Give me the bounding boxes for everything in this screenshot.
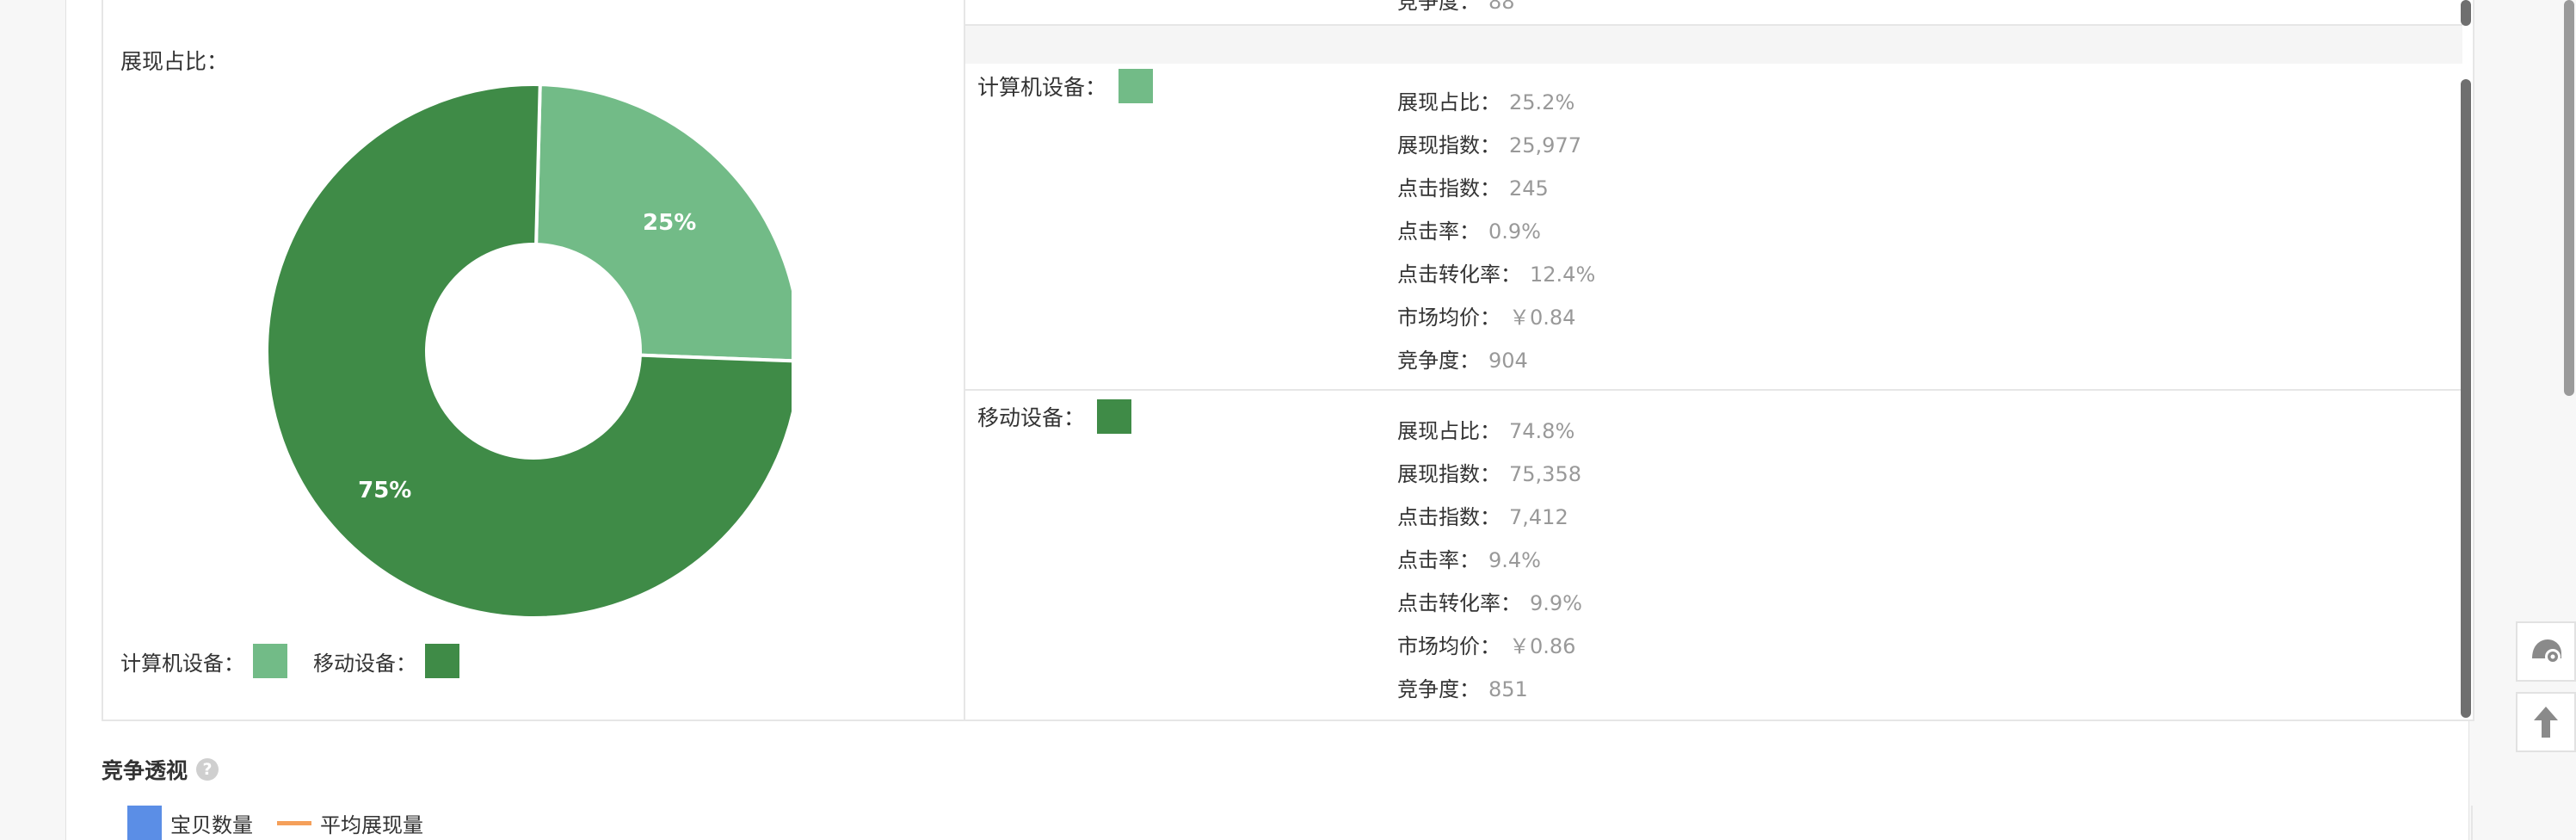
metric-value: 88 (1488, 0, 1515, 14)
metric-value: 74.8% (1509, 419, 1575, 443)
metric-row: 竞争度： 851 (1397, 668, 1582, 711)
metric-label: 展现指数： (1397, 133, 1501, 158)
metric-row: 市场均价： ￥0.84 (1397, 296, 1595, 339)
metric-label: 展现占比： (1397, 90, 1501, 114)
metric-label: 展现占比： (1397, 419, 1501, 443)
chart-title: 展现占比： (120, 49, 229, 74)
legend-label: 平均展现量 (320, 812, 423, 837)
metric-label: 市场均价： (1397, 634, 1501, 658)
device-name: 计算机设备： (977, 75, 1107, 100)
legend-item-avg-impressions[interactable]: 平均展现量 (277, 808, 423, 838)
donut-chart: 25% 75% (265, 83, 792, 620)
metric-row: 展现指数： 75,358 (1397, 453, 1582, 496)
chart-legend: 计算机设备： 移动设备： (120, 644, 485, 678)
device-block-computer: 计算机设备： 展现占比： 25.2% 展现指数： 25,977 点击指数： 245 点… (965, 69, 2462, 389)
metric-label: 竞争度： (1397, 349, 1480, 373)
metric-value: 75,358 (1509, 462, 1581, 486)
metric-label: 展现指数： (1397, 462, 1501, 486)
metric-value: 7,412 (1509, 505, 1568, 529)
metric-label: 市场均价： (1397, 306, 1501, 330)
details-scrollbar-thumb[interactable] (2461, 79, 2471, 718)
competition-chart-box (102, 806, 2473, 840)
metric-row: 点击指数： 245 (1397, 167, 1595, 210)
metric-value: 0.9% (1488, 219, 1541, 244)
metric-value: ￥0.84 (1509, 306, 1576, 330)
feedback-button[interactable] (2516, 621, 2576, 682)
device-details-panel: 竞争度： 88 计算机设备： 展现占比： 25.2% 展现指数： 25,977 点击指… (965, 0, 2462, 720)
metric-label: 点击率： (1397, 548, 1480, 572)
back-to-top-button[interactable] (2516, 692, 2576, 752)
device-swatch (1097, 399, 1132, 434)
legend-label: 宝贝数量 (170, 812, 253, 837)
metric-row: 点击指数： 7,412 (1397, 496, 1582, 539)
metric-value: 851 (1488, 677, 1528, 701)
metric-list: 展现占比： 74.8% 展现指数： 75,358 点击指数： 7,412 点击率： 9.… (1397, 410, 1582, 711)
metric-value: 9.4% (1488, 548, 1541, 572)
legend-item-item-count[interactable]: 宝贝数量 (127, 806, 253, 840)
metric-row: 展现占比： 25.2% (1397, 81, 1595, 124)
question-icon[interactable]: ? (196, 758, 219, 781)
section-title-text: 竞争透视 (102, 758, 188, 783)
metric-row: 点击转化率： 9.9% (1397, 582, 1582, 625)
metric-value: ￥0.86 (1509, 634, 1576, 658)
metric-row: 市场均价： ￥0.86 (1397, 625, 1582, 668)
competition-legend: 宝贝数量 平均展现量 (127, 806, 447, 840)
legend-label: 计算机设备： (120, 651, 244, 676)
metric-row: 展现占比： 74.8% (1397, 410, 1582, 453)
metric-list: 展现占比： 25.2% 展现指数： 25,977 点击指数： 245 点击率： 0.9%… (1397, 81, 1595, 382)
feedback-icon (2532, 639, 2561, 664)
metric-label: 点击率： (1397, 219, 1480, 244)
details-scrollbar-top-thumb[interactable] (2461, 0, 2471, 26)
legend-line (277, 820, 311, 825)
metric-row: 点击转化率： 12.4% (1397, 253, 1595, 296)
legend-label: 移动设备： (313, 651, 416, 676)
metric-value: 904 (1488, 349, 1528, 373)
legend-swatch (127, 806, 162, 840)
metric-label: 竞争度： (1397, 677, 1480, 701)
metric-row: 竞争度： 904 (1397, 339, 1595, 382)
device-swatch (1119, 69, 1154, 103)
metric-value: 12.4% (1530, 262, 1596, 287)
metric-value: 9.9% (1530, 591, 1582, 615)
legend-item-computer[interactable]: 计算机设备： (120, 644, 287, 678)
metric-label: 竞争度： (1397, 0, 1480, 14)
legend-swatch (425, 644, 459, 678)
device-head: 移动设备： (977, 399, 1132, 434)
metric-value: 25,977 (1509, 133, 1581, 158)
row-separator-band (965, 24, 2462, 64)
page-scrollbar-thumb[interactable] (2564, 0, 2574, 396)
metric-value: 245 (1509, 176, 1549, 201)
device-block-mobile: 移动设备： 展现占比： 74.8% 展现指数： 75,358 点击指数： 7,412 … (965, 389, 2462, 720)
device-name: 移动设备： (977, 405, 1086, 430)
metric-label: 点击转化率： (1397, 591, 1521, 615)
device-head: 计算机设备： (977, 69, 1154, 103)
metric-label: 点击转化率： (1397, 262, 1521, 287)
metric-label: 点击指数： (1397, 176, 1501, 201)
metric-row: 展现指数： 25,977 (1397, 124, 1595, 167)
legend-swatch (253, 644, 287, 678)
donut-slice-label: 25% (643, 210, 696, 236)
metric-row: 点击率： 0.9% (1397, 210, 1595, 253)
metric-row: 点击率： 9.4% (1397, 539, 1582, 582)
section-title: 竞争透视 ? (102, 754, 219, 785)
cut-off-metric-row: 竞争度： 88 (1397, 0, 1515, 15)
metric-label: 点击指数： (1397, 505, 1501, 529)
legend-item-mobile[interactable]: 移动设备： (313, 644, 459, 678)
back-to-top-icon (2534, 707, 2558, 738)
metric-value: 25.2% (1509, 90, 1575, 114)
donut-slice-label: 75% (358, 478, 411, 503)
